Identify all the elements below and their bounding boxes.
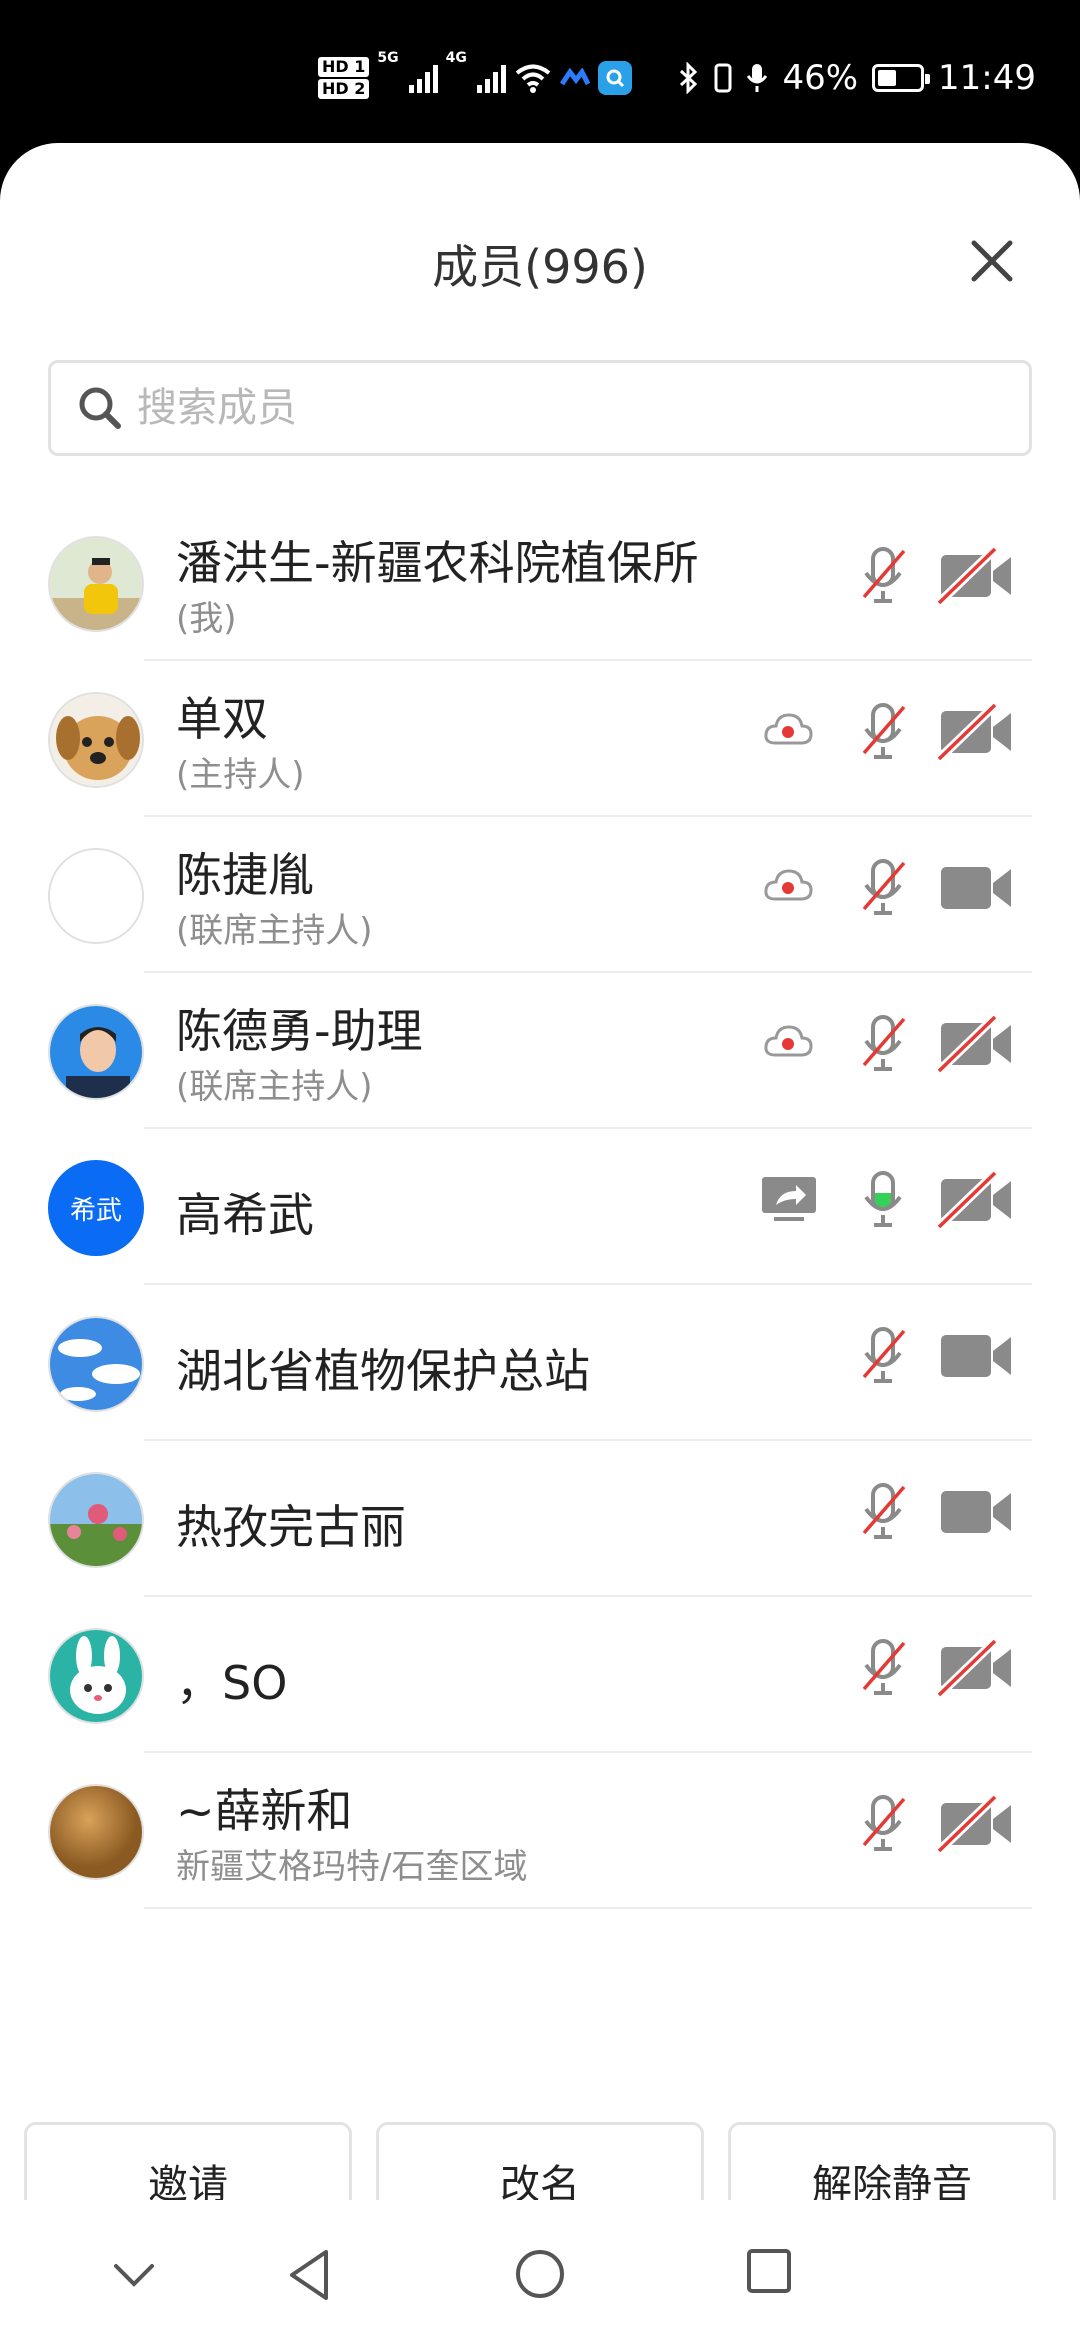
- members-sheet: 成员(996) 潘洪生-新疆农科院植保所 (我) 单双 (主持人) 陈捷胤 (联席主持人)…: [0, 143, 1080, 2340]
- member-name: ~薛新和: [176, 1784, 353, 1838]
- home-icon[interactable]: [514, 2248, 566, 2300]
- member-name: 湖北省植物保护总站: [176, 1344, 590, 1398]
- recents-icon[interactable]: [746, 2248, 792, 2294]
- status-bar: HD 1 HD 2 5G 4G 46% 11:49: [0, 0, 1080, 150]
- avatar: [48, 1472, 144, 1568]
- search-icon: [79, 387, 121, 429]
- avatar: [48, 536, 144, 632]
- member-row[interactable]: 希武 高希武: [0, 1129, 1080, 1285]
- member-role: (主持人): [176, 755, 305, 795]
- camera-on-icon[interactable]: [935, 1325, 1015, 1387]
- screen-share-icon: [762, 1177, 816, 1221]
- hd2-label: HD 2: [318, 79, 370, 99]
- member-row[interactable]: ~薛新和新疆艾格玛特/石奎区域: [0, 1753, 1080, 1909]
- collapse-chevron-icon[interactable]: [112, 2260, 156, 2290]
- page-title: 成员(996): [432, 240, 648, 294]
- system-navbar: [0, 2200, 1080, 2340]
- member-role: 新疆艾格玛特/石奎区域: [176, 1847, 528, 1887]
- camera-off-icon[interactable]: [935, 1013, 1015, 1075]
- signal-icon-1: [408, 63, 438, 93]
- member-role: (我): [176, 599, 237, 639]
- bluetooth-icon: [680, 62, 698, 94]
- member-row[interactable]: 单双 (主持人): [0, 661, 1080, 817]
- member-row[interactable]: 热孜完古丽: [0, 1441, 1080, 1597]
- avatar: [48, 1004, 144, 1100]
- mic-muted-icon[interactable]: [856, 1793, 910, 1855]
- clock: 11:49: [938, 58, 1036, 98]
- avatar: [48, 848, 144, 944]
- camera-off-icon[interactable]: [935, 545, 1015, 607]
- member-name: 潘洪生-新疆农科院植保所: [176, 536, 699, 590]
- camera-on-icon[interactable]: [935, 1481, 1015, 1543]
- mic-muted-icon[interactable]: [856, 701, 910, 763]
- net2-label: 4G: [445, 50, 467, 66]
- mic-muted-icon[interactable]: [856, 1481, 910, 1543]
- app-notification-icon: [559, 68, 590, 86]
- member-name: 陈捷胤: [176, 848, 314, 902]
- battery-fill: [878, 70, 897, 86]
- row-divider: [144, 1907, 1032, 1909]
- camera-off-icon[interactable]: [935, 701, 1015, 763]
- battery-icon: [872, 64, 931, 92]
- battery-percent: 46%: [782, 58, 859, 98]
- cloud-record-icon: [764, 869, 813, 901]
- hd1-label: HD 1: [318, 57, 370, 77]
- member-row[interactable]: 陈捷胤 (联席主持人): [0, 817, 1080, 973]
- mic-muted-icon[interactable]: [856, 545, 910, 607]
- member-row[interactable]: 潘洪生-新疆农科院植保所 (我): [0, 505, 1080, 661]
- mic-muted-icon[interactable]: [856, 1013, 910, 1075]
- search-input[interactable]: [137, 385, 957, 431]
- mic-muted-icon[interactable]: [856, 1325, 910, 1387]
- member-name: 热孜完古丽: [176, 1500, 406, 1554]
- hd-voice-icons: HD 1 HD 2: [318, 57, 370, 99]
- search-box[interactable]: [48, 360, 1032, 456]
- member-row[interactable]: ，SO: [0, 1597, 1080, 1753]
- signal-icon-2: [476, 63, 506, 93]
- camera-off-icon[interactable]: [935, 1793, 1015, 1855]
- cloud-record-icon: [764, 713, 813, 745]
- camera-off-icon[interactable]: [935, 1637, 1015, 1699]
- avatar: [48, 1628, 144, 1724]
- mic-status-icon: [747, 64, 768, 92]
- back-icon[interactable]: [286, 2248, 334, 2302]
- wifi-icon: [515, 64, 551, 93]
- member-role: (联席主持人): [176, 1067, 373, 1107]
- close-icon[interactable]: [966, 235, 1018, 287]
- avatar: [48, 1784, 144, 1880]
- avatar: [48, 1316, 144, 1412]
- search-app-icon: [597, 61, 632, 95]
- member-row[interactable]: 陈德勇-助理 (联席主持人): [0, 973, 1080, 1129]
- member-name: 陈德勇-助理: [176, 1004, 423, 1058]
- avatar: 希武: [48, 1160, 144, 1256]
- status-right: 46% 11:49: [678, 52, 1036, 104]
- member-name: 高希武: [176, 1188, 314, 1242]
- member-list: 潘洪生-新疆农科院植保所 (我) 单双 (主持人) 陈捷胤 (联席主持人) 陈德勇-助理 (联…: [0, 505, 1080, 1909]
- net1-label: 5G: [377, 50, 399, 66]
- avatar: [48, 692, 144, 788]
- member-row[interactable]: 湖北省植物保护总站: [0, 1285, 1080, 1441]
- member-role: (联席主持人): [176, 911, 373, 951]
- camera-on-icon[interactable]: [935, 857, 1015, 919]
- mic-muted-icon[interactable]: [856, 857, 910, 919]
- member-name: 单双: [176, 692, 268, 746]
- camera-off-icon[interactable]: [935, 1169, 1015, 1231]
- member-name: ，SO: [176, 1656, 288, 1710]
- mic-active-icon[interactable]: [856, 1169, 910, 1231]
- network-indicators: HD 1 HD 2 5G 4G: [318, 50, 632, 106]
- mic-muted-icon[interactable]: [856, 1637, 910, 1699]
- vibrate-icon: [714, 63, 732, 93]
- cloud-record-icon: [764, 1025, 813, 1057]
